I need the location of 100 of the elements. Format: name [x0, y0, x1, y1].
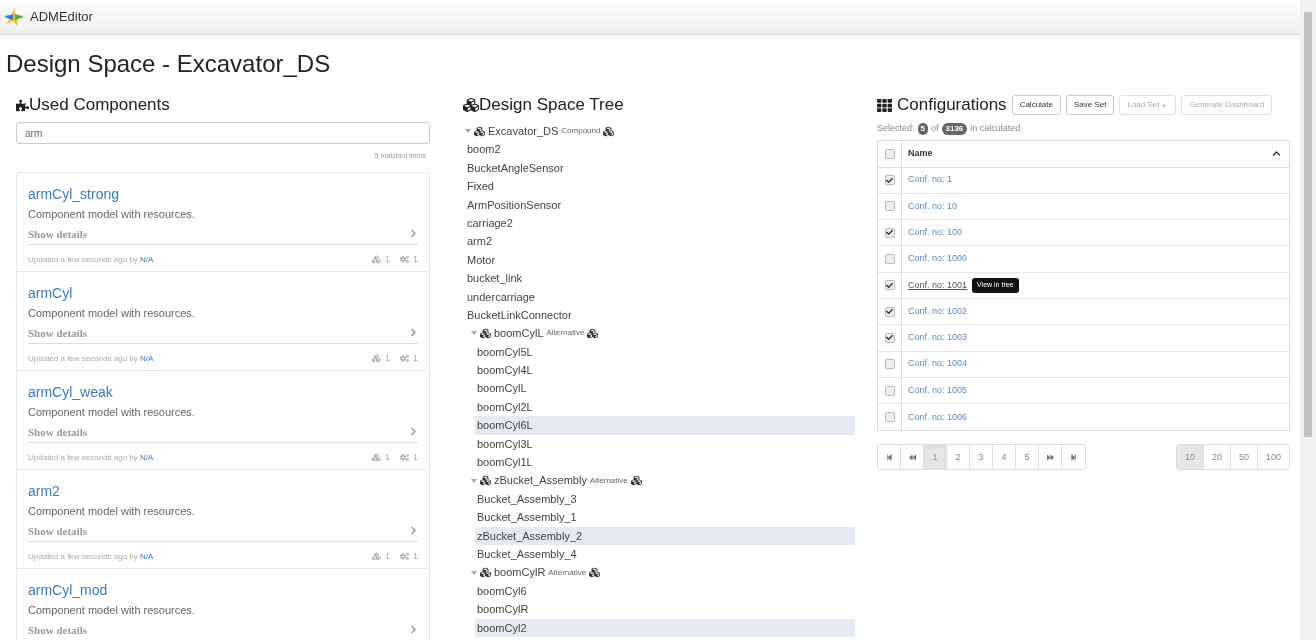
component-description: Component model with resources.: [28, 503, 196, 518]
cogs-icon: [400, 453, 409, 463]
updated-text: Updated a few seconds ago by N/A: [28, 253, 154, 266]
count: 1: [413, 550, 418, 563]
component-description: Component model with resources.: [28, 305, 196, 320]
row-checkbox[interactable]: [884, 175, 895, 186]
tree-node-name[interactable]: zBucket_Assembly: [494, 472, 587, 489]
row-checkbox[interactable]: [884, 306, 895, 317]
row-checkbox[interactable]: [884, 332, 895, 343]
search-field[interactable]: arm: [16, 122, 430, 144]
author-link[interactable]: N/A: [140, 452, 154, 462]
count: 1: [384, 550, 390, 563]
row-checkbox[interactable]: [884, 148, 895, 159]
chevron-right-icon: [409, 625, 418, 635]
count: 1: [384, 352, 390, 365]
section-heading: Used Components: [29, 94, 170, 117]
tree-item[interactable]: boomCyl6L: [475, 416, 855, 435]
count: 1: [413, 352, 418, 365]
grid-icon: [877, 97, 892, 113]
row-checkbox[interactable]: [884, 412, 895, 423]
configuration-link[interactable]: Conf. no: 1: [902, 173, 953, 187]
scrollbar[interactable]: [1300, 0, 1316, 640]
cubes-icon: [630, 475, 642, 487]
page-title: Design Space - Excavator_DS: [6, 50, 332, 78]
first-page-button[interactable]: [878, 445, 901, 470]
row-checkbox[interactable]: [884, 201, 895, 212]
cubes-icon: [371, 552, 381, 562]
node-type: Alternative: [589, 474, 628, 487]
node-type: Compound: [561, 125, 601, 138]
author-link[interactable]: N/A: [140, 254, 154, 264]
row-checkbox[interactable]: [884, 227, 895, 238]
tree-node-name[interactable]: Excavator_DS: [488, 122, 559, 140]
cubes-icon: [480, 328, 491, 339]
node-type: Alternative: [548, 566, 587, 579]
cubes-icon: [603, 125, 615, 137]
skip-forward-icon: [1070, 453, 1077, 461]
rewind-icon: [908, 453, 916, 461]
skip-back-icon: [885, 453, 893, 461]
toolbar-button[interactable]: Calculate: [1011, 95, 1061, 115]
cubes-icon: [371, 354, 381, 364]
section-heading: Configurations: [897, 94, 1007, 117]
row-checkbox[interactable]: [884, 359, 895, 370]
cubes-icon: [474, 125, 485, 137]
tree-node-name[interactable]: boomCylR: [494, 564, 546, 581]
component-name[interactable]: arm2: [28, 481, 418, 500]
cubes-icon: [371, 453, 381, 463]
tree-node-name[interactable]: boomCylL: [494, 325, 544, 342]
configuration-link[interactable]: Conf. no: 1005: [902, 383, 968, 398]
updated-text: Updated a few seconds ago by N/A: [28, 352, 154, 365]
toolbar-button[interactable]: Save Set: [1066, 95, 1115, 115]
configuration-link[interactable]: Conf. no: 10: [902, 199, 958, 214]
component-name[interactable]: armCyl: [28, 283, 418, 302]
cogs-icon: [400, 354, 409, 364]
fast-forward-icon: [1046, 453, 1054, 461]
component-description: Component model with resources.: [28, 602, 196, 617]
component-name[interactable]: armCyl_mod: [28, 580, 418, 599]
updated-text: Updated a few seconds ago by N/A: [28, 550, 154, 563]
expand-caret-icon[interactable]: [471, 569, 477, 576]
cogs-icon: [400, 255, 409, 265]
configuration-link[interactable]: Conf. no: 1003: [902, 331, 968, 345]
expand-caret-icon[interactable]: [471, 330, 477, 337]
count: 1: [384, 451, 390, 464]
expand-caret-icon[interactable]: [465, 128, 471, 135]
row-checkbox[interactable]: [884, 280, 895, 291]
configuration-link[interactable]: Conf. no: 100: [902, 226, 963, 240]
cubes-icon: [589, 567, 601, 579]
component-name[interactable]: armCyl_strong: [28, 184, 418, 203]
component-name[interactable]: armCyl_weak: [28, 382, 418, 401]
cubes-icon: [480, 475, 491, 487]
cubes-icon: [587, 328, 599, 339]
updated-text: Updated a few seconds ago by N/A: [28, 451, 154, 464]
configuration-link[interactable]: Conf. no: 1000: [902, 252, 968, 266]
row-checkbox[interactable]: [884, 385, 895, 396]
configuration-link[interactable]: Conf. no: 1006: [902, 410, 968, 425]
count: 1: [413, 451, 418, 464]
cubes-icon: [480, 567, 491, 579]
author-link[interactable]: N/A: [140, 353, 154, 363]
logo-icon: [4, 8, 24, 26]
chevron-right-icon: [409, 229, 418, 239]
expand-caret-icon[interactable]: [471, 477, 477, 484]
puzzle-icon: [16, 98, 29, 112]
selection-summary: Selected: 5 of 3136 in calculated: [877, 122, 1022, 136]
count: 1: [413, 253, 418, 266]
configuration-link[interactable]: Conf. no: 1002: [902, 304, 968, 319]
app-title[interactable]: ADMEditor: [30, 7, 93, 27]
column-header[interactable]: Name: [902, 146, 1272, 161]
component-description: Component model with resources.: [28, 404, 196, 419]
chevron-right-icon: [409, 427, 418, 437]
section-heading: Design Space Tree: [479, 94, 624, 117]
count: 1: [384, 253, 390, 266]
node-type: Alternative: [546, 327, 585, 340]
cubes-icon: [463, 97, 479, 113]
chevron-right-icon: [409, 526, 418, 536]
author-link[interactable]: N/A: [140, 551, 154, 561]
row-checkbox[interactable]: [884, 254, 895, 265]
chevron-right-icon: [409, 328, 418, 338]
cogs-icon: [400, 552, 409, 562]
configuration-link[interactable]: Conf. no: 1004: [902, 357, 968, 371]
sort-icon[interactable]: [1272, 149, 1281, 158]
configuration-link[interactable]: Conf. no: 1001: [902, 278, 968, 293]
